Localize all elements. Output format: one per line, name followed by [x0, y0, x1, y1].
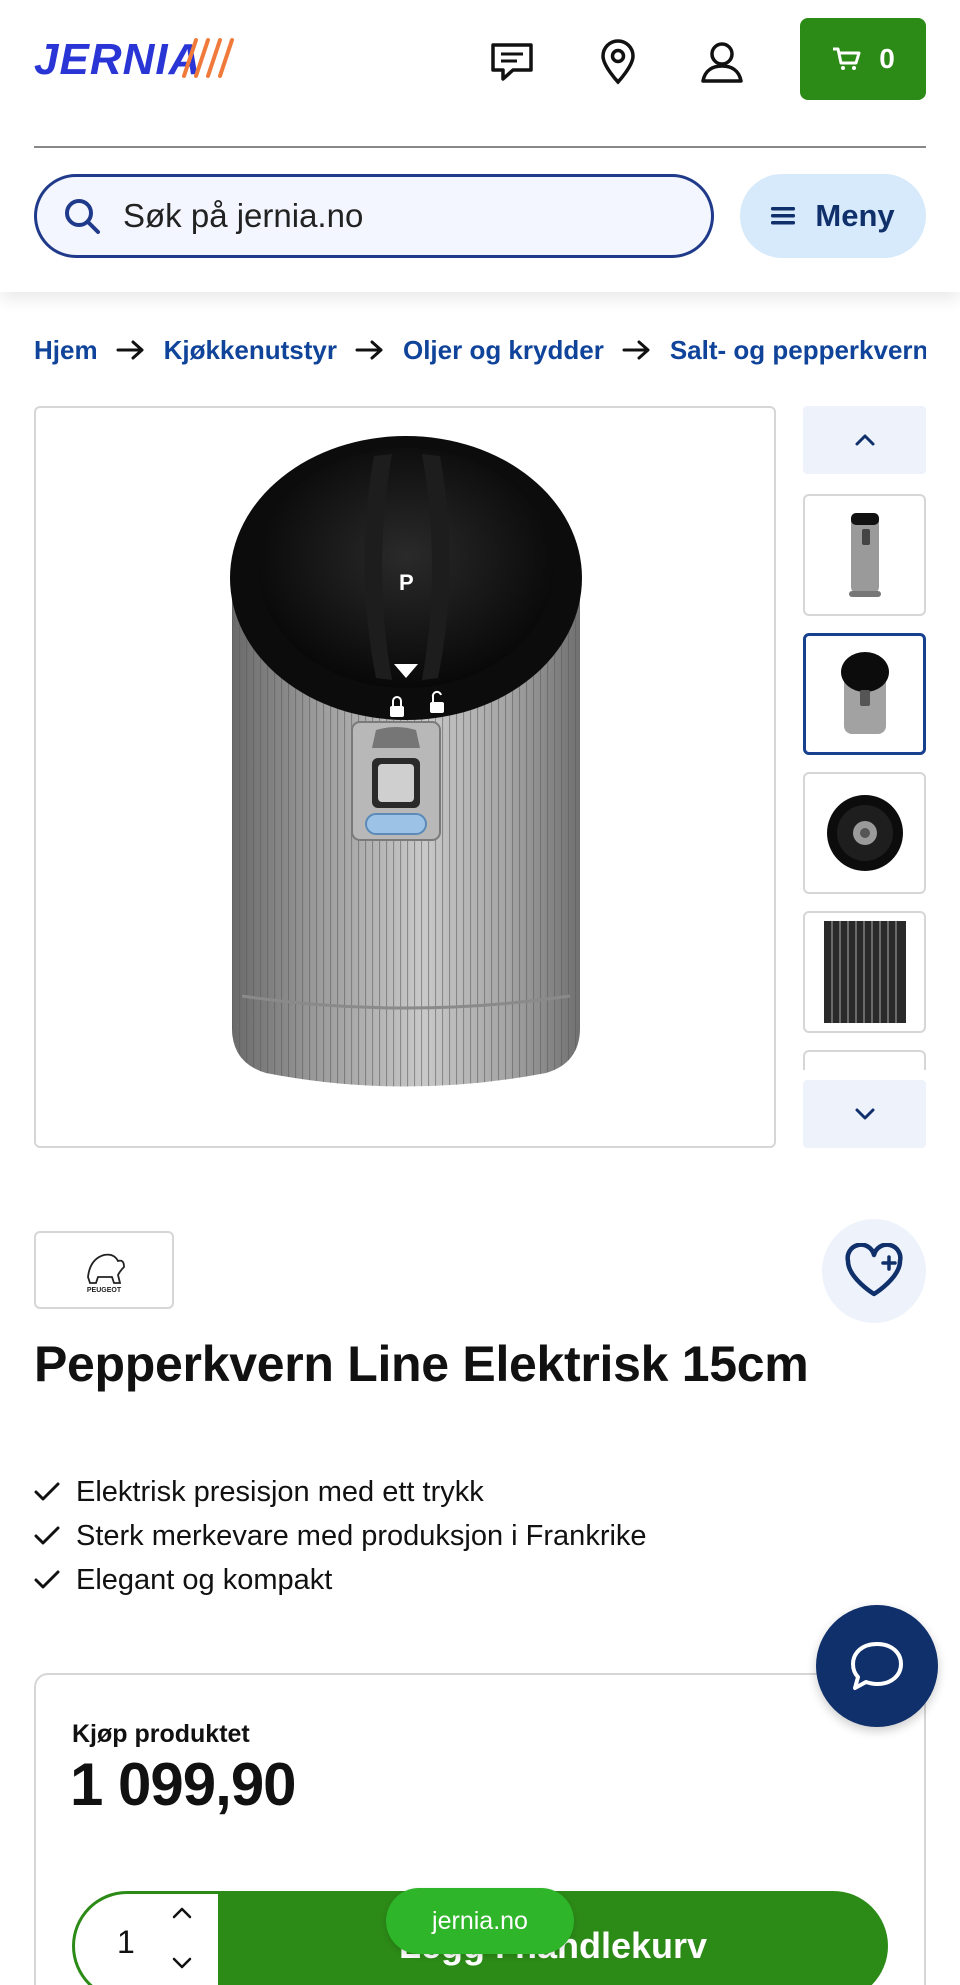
product-title: Pepperkvern Line Elektrisk 15cm — [34, 1336, 809, 1392]
thumbnail-5[interactable] — [803, 1050, 926, 1070]
chat-widget-button[interactable] — [816, 1605, 938, 1727]
site-header: JERNIA 0 Meny — [0, 0, 960, 292]
check-icon — [34, 1570, 60, 1589]
breadcrumb-item-kjokkenutstyr[interactable]: Kjøkkenutstyr — [164, 335, 337, 366]
search-input[interactable] — [123, 197, 643, 235]
product-usp-list: Elektrisk presisjon med ett trykk Sterk … — [34, 1470, 647, 1602]
menu-label: Meny — [815, 198, 895, 233]
arrow-right-icon — [355, 339, 385, 361]
product-price: 1 099,90 — [70, 1751, 297, 1818]
search-bar[interactable] — [34, 174, 714, 258]
thumbnail-2[interactable] — [803, 633, 926, 755]
chevron-down-icon[interactable] — [171, 1956, 193, 1970]
header-divider — [34, 146, 926, 148]
usp-item: Elektrisk presisjon med ett trykk — [34, 1470, 647, 1514]
search-icon[interactable] — [63, 197, 101, 235]
user-icon[interactable] — [694, 34, 750, 90]
quantity-stepper[interactable]: 1 — [72, 1891, 232, 1985]
usp-text: Elektrisk presisjon med ett trykk — [76, 1475, 484, 1508]
site-toast: jernia.no — [386, 1888, 574, 1954]
product-main-image[interactable]: P — [34, 406, 776, 1148]
thumbnail-1[interactable] — [803, 494, 926, 616]
grinder-mark: P — [399, 570, 414, 595]
svg-text:JERNIA: JERNIA — [34, 35, 201, 84]
chevron-down-icon — [855, 1108, 874, 1120]
quantity-value[interactable]: 1 — [117, 1924, 135, 1961]
usp-item: Elegant og kompakt — [34, 1558, 647, 1602]
thumbnails-down-button[interactable] — [803, 1080, 926, 1148]
thumbnail-3[interactable] — [803, 772, 926, 894]
chevron-up-icon[interactable] — [171, 1906, 193, 1920]
usp-text: Sterk merkevare med produksjon i Frankri… — [76, 1519, 647, 1552]
brand-name: PEUGEOT — [87, 1287, 122, 1294]
arrow-right-icon — [116, 339, 146, 361]
hamburger-icon — [771, 207, 796, 225]
jernia-logo[interactable]: JERNIA — [34, 30, 244, 86]
favorite-button[interactable] — [822, 1219, 926, 1323]
usp-item: Sterk merkevare med produksjon i Frankri… — [34, 1514, 647, 1558]
breadcrumb-item-salt-og-pepperkverner[interactable]: Salt- og pepperkverner — [670, 335, 926, 366]
check-icon — [34, 1482, 60, 1501]
breadcrumb: Hjem Kjøkkenutstyr Oljer og krydder Salt… — [34, 330, 926, 370]
menu-button[interactable]: Meny — [740, 174, 926, 258]
buy-label: Kjøp produktet — [72, 1720, 250, 1748]
cart-icon — [833, 47, 861, 70]
check-icon — [34, 1526, 60, 1545]
arrow-right-icon — [622, 339, 652, 361]
heart-plus-icon — [845, 1243, 903, 1297]
cart-button[interactable]: 0 — [800, 18, 926, 100]
breadcrumb-item-hjem[interactable]: Hjem — [34, 335, 98, 366]
usp-text: Elegant og kompakt — [76, 1563, 333, 1596]
brand-logo[interactable]: PEUGEOT — [34, 1231, 174, 1309]
thumbnails-up-button[interactable] — [803, 406, 926, 474]
cart-count: 0 — [879, 43, 895, 74]
thumbnail-4[interactable] — [803, 911, 926, 1033]
breadcrumb-item-oljer-og-krydder[interactable]: Oljer og krydder — [403, 335, 604, 366]
chevron-up-icon — [855, 434, 874, 446]
speech-bubble-icon — [851, 1642, 903, 1690]
location-icon[interactable] — [590, 34, 646, 90]
chat-icon[interactable] — [484, 34, 540, 90]
